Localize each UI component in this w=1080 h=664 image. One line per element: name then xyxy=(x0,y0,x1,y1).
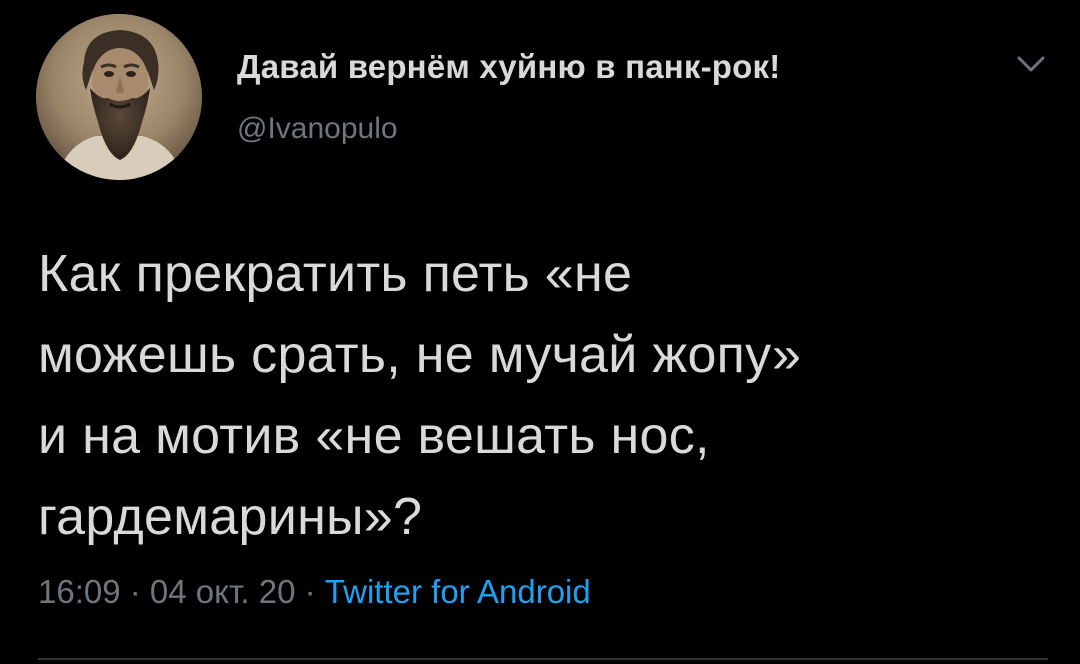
avatar[interactable] xyxy=(36,14,202,180)
tweet-source-link[interactable]: Twitter for Android xyxy=(325,573,591,610)
tweet-text-line: гардемарины»? xyxy=(38,488,423,546)
tweet-text: Как прекратить петь «не можешь срать, не… xyxy=(38,234,1048,558)
author-display-name[interactable]: Давай вернём хуйню в панк-рок! xyxy=(237,48,780,86)
chevron-down-icon[interactable] xyxy=(1013,50,1049,76)
tweet-text-line: можешь срать, не мучай жопу» xyxy=(38,326,802,384)
tweet-text-line: Как прекратить петь «не xyxy=(38,245,633,303)
tweet-text-line: и на мотив «не вешать нос, xyxy=(38,407,710,465)
meta-separator: · xyxy=(295,573,325,610)
tweet-date[interactable]: 04 окт. 20 xyxy=(150,573,296,610)
author-handle[interactable]: @Ivanopulo xyxy=(237,112,398,146)
meta-separator: · xyxy=(120,573,150,610)
tweet-time[interactable]: 16:09 xyxy=(38,573,121,610)
tweet-meta: 16:09 · 04 окт. 20 · Twitter for Android xyxy=(38,573,591,611)
divider xyxy=(38,658,1048,660)
bearded-man-photo-icon xyxy=(36,14,202,180)
tweet: Давай вернём хуйню в панк-рок! @Ivanopul… xyxy=(0,0,1080,664)
